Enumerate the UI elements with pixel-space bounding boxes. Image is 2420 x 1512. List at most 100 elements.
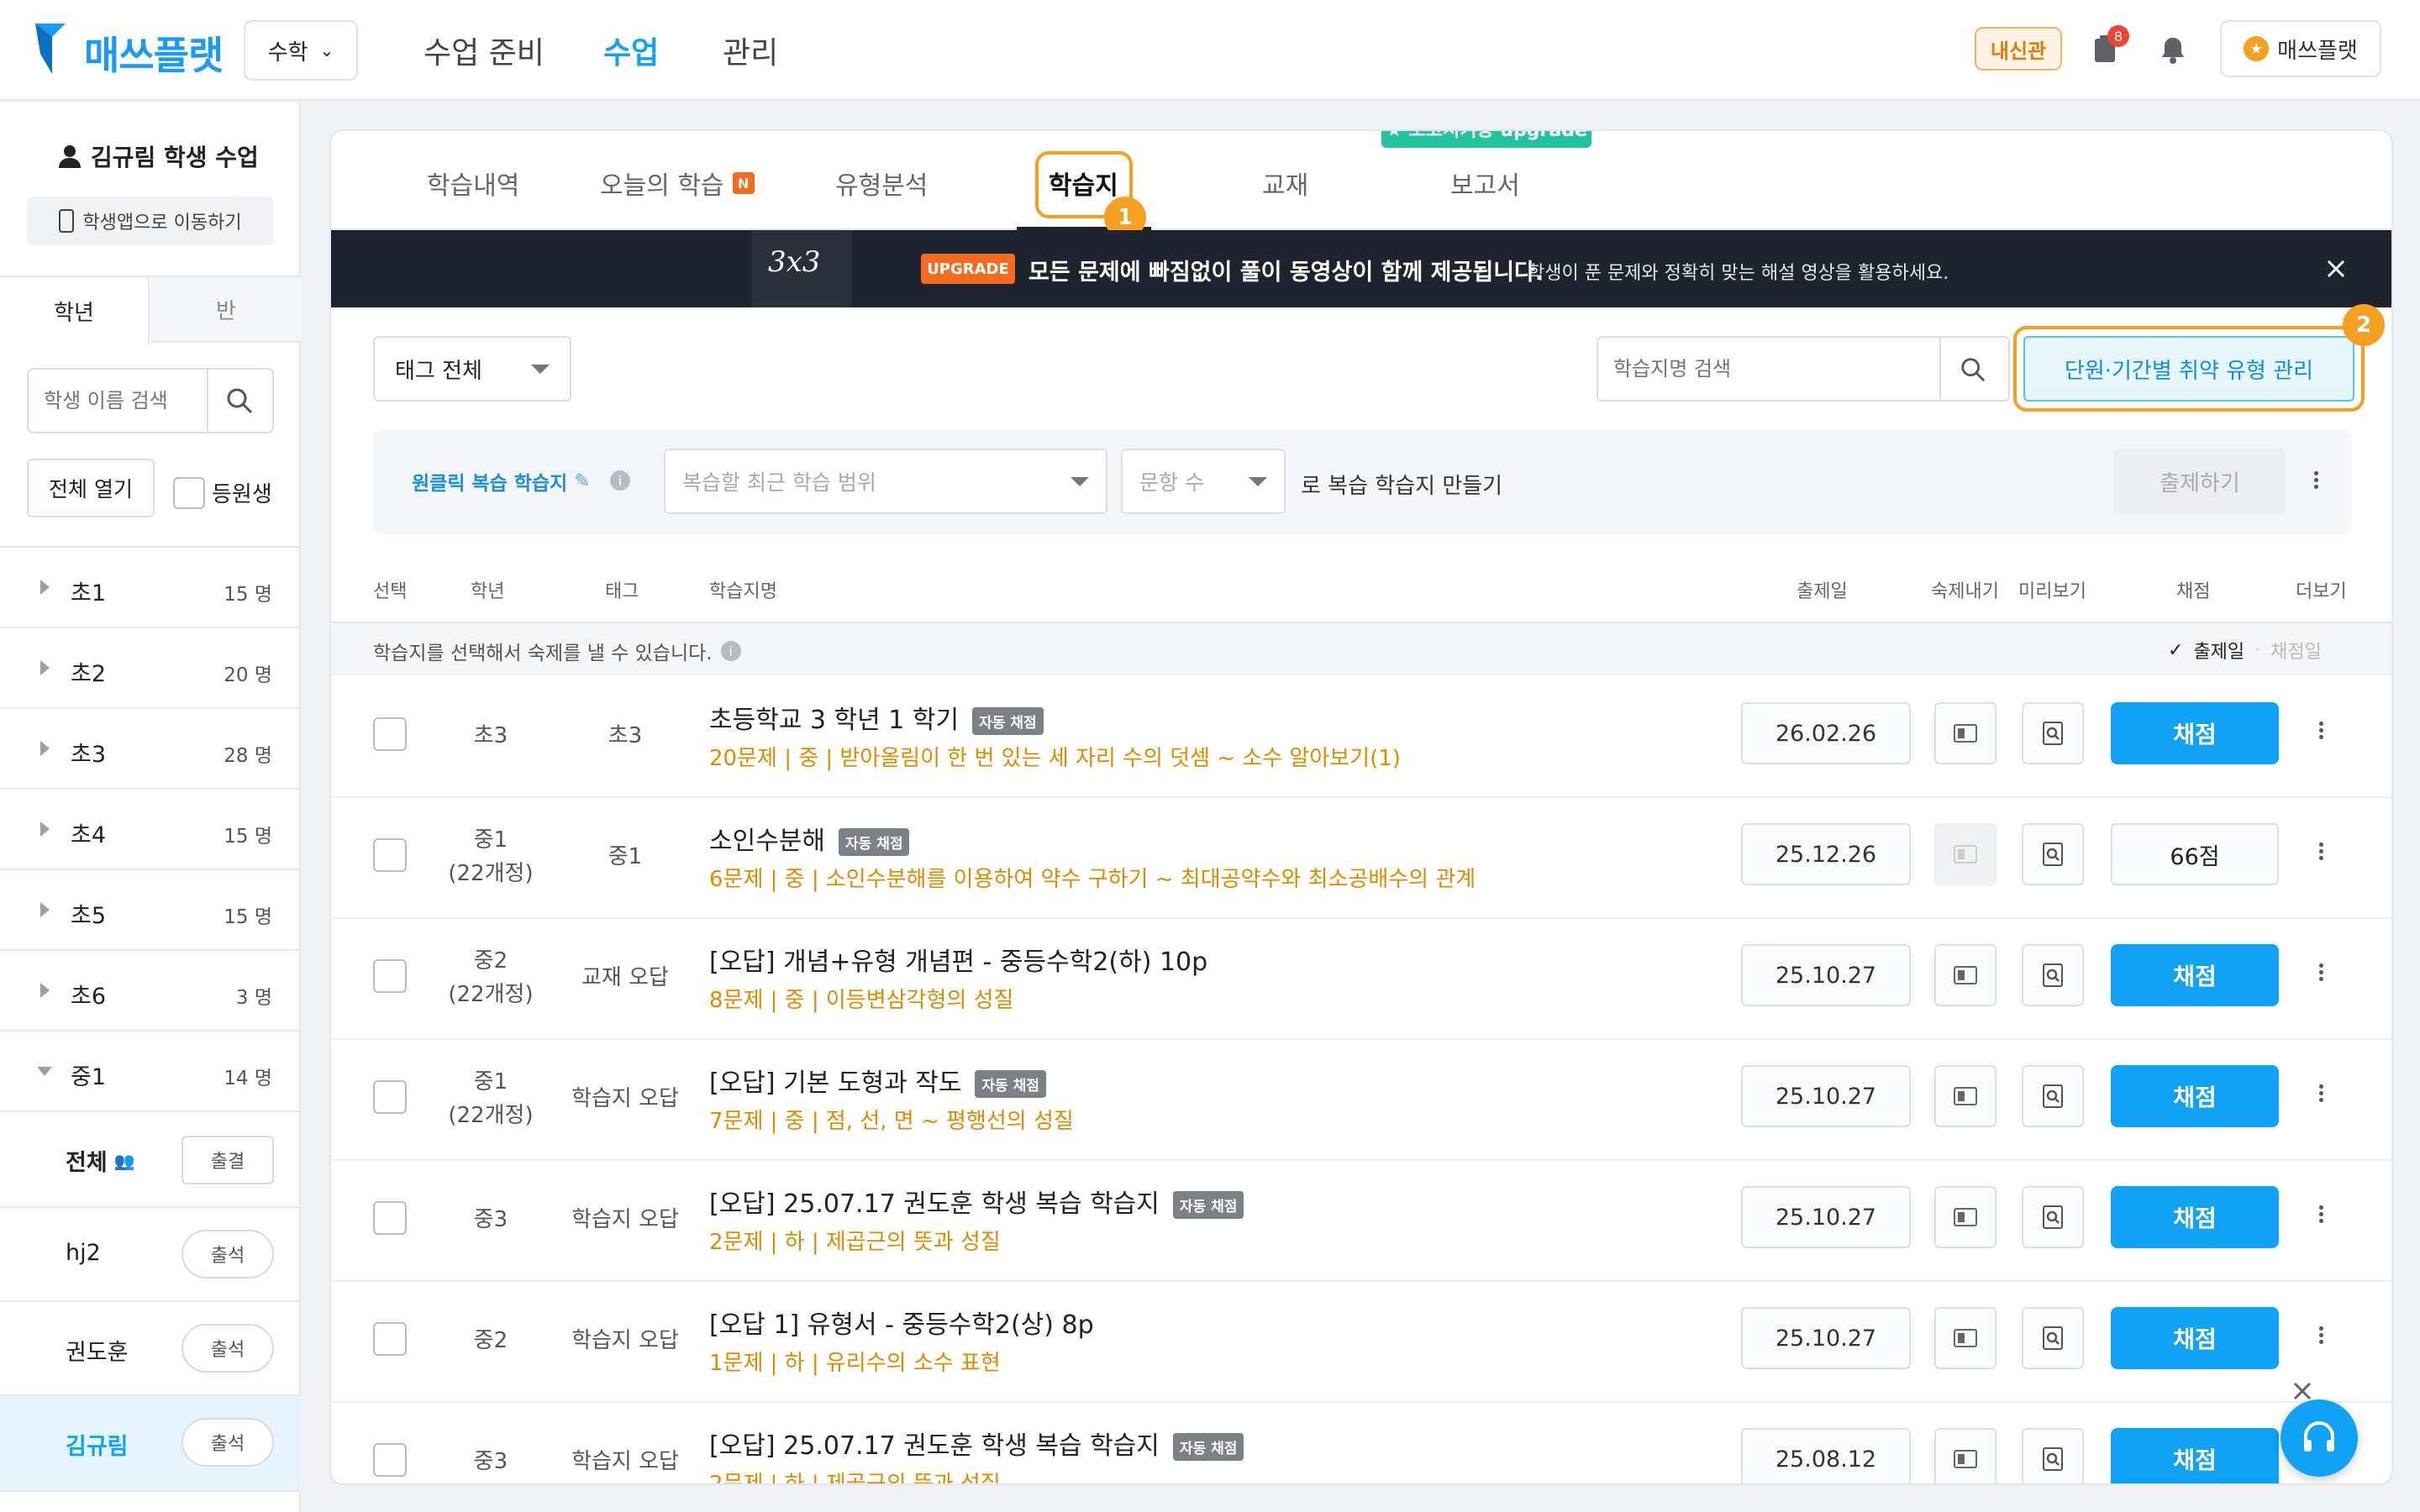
grade-row-e1[interactable]: 초1 15 명 — [0, 548, 301, 628]
tab-textbook[interactable]: 교재 — [1262, 165, 1308, 202]
grade-button[interactable]: 채점 — [2111, 1428, 2279, 1483]
sort-by-date[interactable]: 출제일 — [2193, 637, 2244, 664]
tab-history[interactable]: 학습내역 — [427, 165, 519, 202]
attend-button[interactable]: 출석 — [182, 1418, 274, 1467]
tab-type-analysis[interactable]: 유형분석 — [835, 165, 928, 202]
grade-row-m1[interactable]: 중1 14 명 — [0, 1032, 301, 1112]
student-search-input[interactable] — [29, 370, 205, 432]
info-icon[interactable]: i — [610, 470, 630, 491]
preview-button[interactable] — [2022, 1065, 2084, 1127]
issue-date[interactable]: 25.10.27 — [1741, 1065, 1911, 1127]
student-row[interactable]: hj2 출석 — [0, 1208, 301, 1302]
tab-report[interactable]: 보고서 — [1450, 165, 1520, 202]
assign-button[interactable]: 출제하기 — [2114, 449, 2286, 514]
issue-date[interactable]: 25.08.12 — [1741, 1428, 1911, 1483]
review-range-select[interactable]: 복습할 최근 학습 범위 — [664, 449, 1107, 514]
close-icon[interactable] — [2326, 259, 2346, 279]
search-icon[interactable] — [225, 386, 254, 415]
worksheet-search-input[interactable] — [1598, 338, 1938, 400]
issue-date[interactable]: 26.02.26 — [1741, 702, 1911, 764]
tag-filter-select[interactable]: 태그 전체 — [373, 336, 571, 402]
row-checkbox[interactable] — [373, 1080, 407, 1114]
homework-button[interactable] — [1934, 1065, 1996, 1127]
more-vert-icon[interactable] — [2319, 719, 2324, 742]
preview-button[interactable] — [2022, 944, 2084, 1006]
preview-button[interactable] — [2022, 1307, 2084, 1369]
student-row[interactable]: 권도훈 출석 — [0, 1302, 301, 1396]
open-all-button[interactable]: 전체 열기 — [27, 459, 155, 517]
row-checkbox[interactable] — [373, 1201, 407, 1235]
grade-row-e4[interactable]: 초4 15 명 — [0, 790, 301, 870]
preview-button[interactable] — [2022, 1428, 2084, 1483]
brand-name[interactable]: 매쓰플랫 — [84, 25, 224, 81]
grade-button[interactable]: 채점 — [2111, 702, 2279, 764]
score-value[interactable]: 66점 — [2111, 823, 2279, 885]
more-vert-icon[interactable] — [2314, 469, 2319, 491]
homework-button[interactable] — [1934, 1428, 1996, 1483]
issue-date[interactable]: 25.10.27 — [1741, 1186, 1911, 1248]
issue-date[interactable]: 25.10.27 — [1741, 1307, 1911, 1369]
tab-class[interactable]: 반 — [151, 277, 301, 343]
row-checkbox[interactable] — [373, 1322, 407, 1356]
grade-button[interactable]: 채점 — [2111, 1186, 2279, 1248]
sort-by-grading[interactable]: 채점일 — [2270, 637, 2322, 664]
homework-button[interactable] — [1934, 944, 1996, 1006]
row-title-line[interactable]: [오답] 25.07.17 권도훈 학생 복습 학습지 자동 채점 — [709, 1425, 1244, 1462]
row-checkbox[interactable] — [373, 717, 407, 751]
row-checkbox[interactable] — [373, 838, 407, 872]
tab-worksheet[interactable]: 학습지 — [1049, 165, 1118, 202]
search-icon[interactable] — [1960, 356, 1986, 383]
row-title-line[interactable]: [오답] 개념+유형 개념편 - 중등수학2(하) 10p — [709, 941, 1207, 978]
attend-button[interactable]: 출석 — [182, 1324, 274, 1373]
preview-button[interactable] — [2022, 823, 2084, 885]
homework-button[interactable] — [1934, 1307, 1996, 1369]
more-vert-icon[interactable] — [2319, 840, 2324, 863]
worksheet-summary: 1문제 | 하 | 유리수의 소수 표현 — [709, 1351, 1001, 1376]
more-vert-icon[interactable] — [2319, 1324, 2324, 1347]
row-title-line[interactable]: 소인수분해 자동 채점 — [709, 820, 910, 857]
more-vert-icon[interactable] — [2319, 1082, 2324, 1105]
goto-student-app-button[interactable]: 학생앱으로 이동하기 — [27, 197, 274, 245]
attendance-button[interactable]: 출결 — [182, 1136, 274, 1184]
more-vert-icon[interactable] — [2319, 1203, 2324, 1226]
nav-class-prep[interactable]: 수업 준비 — [424, 29, 544, 72]
bell-icon[interactable] — [2160, 35, 2186, 64]
row-title-line[interactable]: [오답 1] 유형서 - 중등수학2(상) 8p — [709, 1304, 1094, 1341]
issue-date[interactable]: 25.12.26 — [1741, 823, 1911, 885]
subject-select[interactable]: 수학 ⌄ — [244, 20, 358, 81]
row-title-line[interactable]: [오답] 기본 도형과 작도 자동 채점 — [709, 1062, 1046, 1099]
issue-date[interactable]: 25.10.27 — [1741, 944, 1911, 1006]
homework-button[interactable] — [1934, 823, 1996, 885]
preview-button[interactable] — [2022, 702, 2084, 764]
row-checkbox[interactable] — [373, 959, 407, 993]
grade-row-e2[interactable]: 초2 20 명 — [0, 628, 301, 709]
nav-class[interactable]: 수업 — [603, 29, 659, 72]
homework-button[interactable] — [1934, 1186, 1996, 1248]
grade-row-e3[interactable]: 초3 28 명 — [0, 709, 301, 790]
grade-button[interactable]: 채점 — [2111, 1307, 2279, 1369]
student-row-selected[interactable]: 김규림 출석 — [0, 1396, 301, 1492]
school-exam-badge[interactable]: 내신관 — [1975, 27, 2062, 71]
homework-button[interactable] — [1934, 702, 1996, 764]
row-title-line[interactable]: [오답] 25.07.17 권도훈 학생 복습 학습지 자동 채점 — [709, 1183, 1244, 1220]
preview-button[interactable] — [2022, 1186, 2084, 1248]
attend-button[interactable]: 출석 — [182, 1230, 274, 1278]
grade-button[interactable]: 채점 — [2111, 1065, 2279, 1127]
row-checkbox[interactable] — [373, 1443, 407, 1477]
weak-type-manage-button[interactable]: 단원·기간별 취약 유형 관리 — [2023, 336, 2354, 402]
close-icon[interactable] — [2292, 1381, 2312, 1401]
support-chat-button[interactable] — [2281, 1399, 2358, 1477]
nav-manage[interactable]: 관리 — [723, 29, 778, 72]
student-row-all[interactable]: 전체 👥 출결 — [0, 1112, 301, 1208]
grade-row-e5[interactable]: 초5 15 명 — [0, 870, 301, 951]
enrolled-checkbox[interactable] — [173, 477, 205, 509]
more-vert-icon[interactable] — [2319, 961, 2324, 984]
tab-today[interactable]: 오늘의 학습 N — [600, 165, 755, 202]
clipboard-icon[interactable]: 8 — [2092, 25, 2129, 67]
row-title-line[interactable]: 초등학교 3 학년 1 학기 자동 채점 — [709, 699, 1044, 736]
grade-button[interactable]: 채점 — [2111, 944, 2279, 1006]
grade-row-e6[interactable]: 초6 3 명 — [0, 951, 301, 1032]
question-count-select[interactable]: 문항 수 — [1121, 449, 1286, 514]
profile-button[interactable]: ★ 매쓰플랫 — [2220, 20, 2381, 77]
tab-grade[interactable]: 학년 — [0, 277, 150, 344]
